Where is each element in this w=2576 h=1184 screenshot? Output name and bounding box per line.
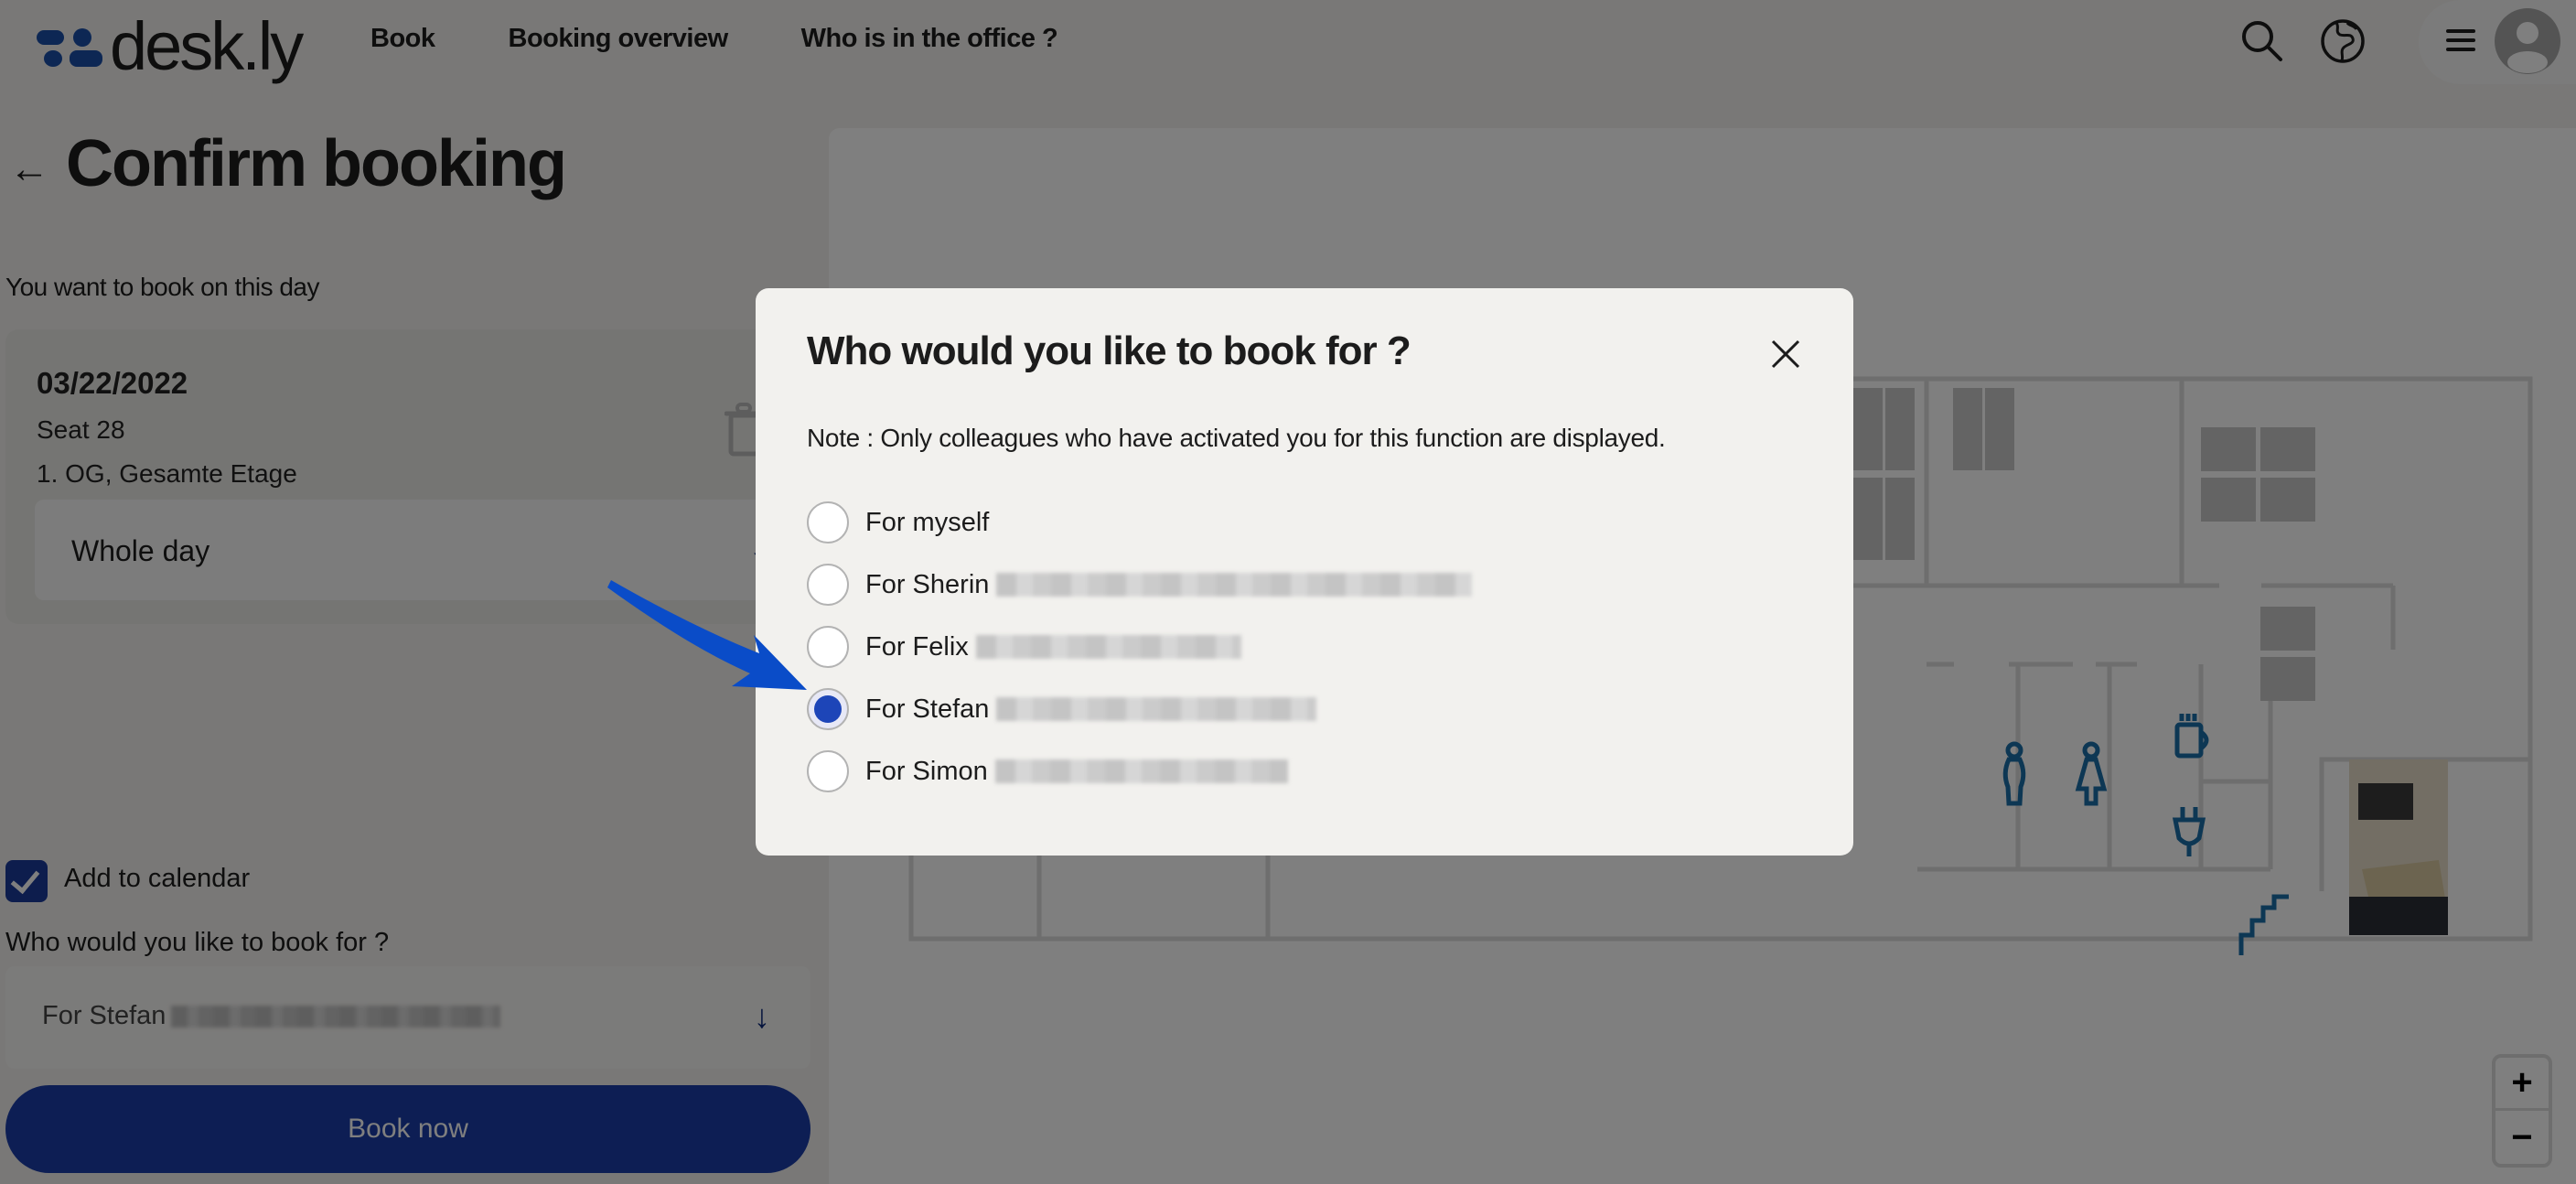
option-stefan[interactable]: For Stefan: [807, 678, 1472, 740]
book-for-options: For myself For Sherin For Felix For Stef…: [807, 491, 1473, 802]
close-icon[interactable]: [1766, 334, 1806, 374]
option-simon[interactable]: For Simon: [807, 740, 1472, 802]
redacted-name: [994, 759, 1288, 783]
option-label: For Sherin: [865, 569, 990, 599]
redacted-name: [975, 635, 1241, 659]
option-label: For Felix: [865, 631, 969, 662]
option-sherin[interactable]: For Sherin: [807, 554, 1473, 616]
dialog-note: Note : Only colleagues who have activate…: [807, 424, 1666, 452]
option-felix[interactable]: For Felix: [807, 616, 1472, 678]
radio-button[interactable]: [807, 750, 849, 792]
option-myself[interactable]: For myself: [807, 491, 1472, 554]
option-label: For myself: [865, 507, 990, 537]
redacted-name: [996, 697, 1317, 721]
radio-button[interactable]: [807, 501, 849, 544]
dialog-title: Who would you like to book for ?: [807, 328, 1411, 373]
annotation-arrow-icon: [607, 580, 807, 690]
redacted-name: [996, 573, 1473, 597]
book-for-dialog: Who would you like to book for ? Note : …: [756, 288, 1853, 856]
option-label: For Simon: [865, 756, 988, 786]
option-label: For Stefan: [865, 694, 990, 724]
